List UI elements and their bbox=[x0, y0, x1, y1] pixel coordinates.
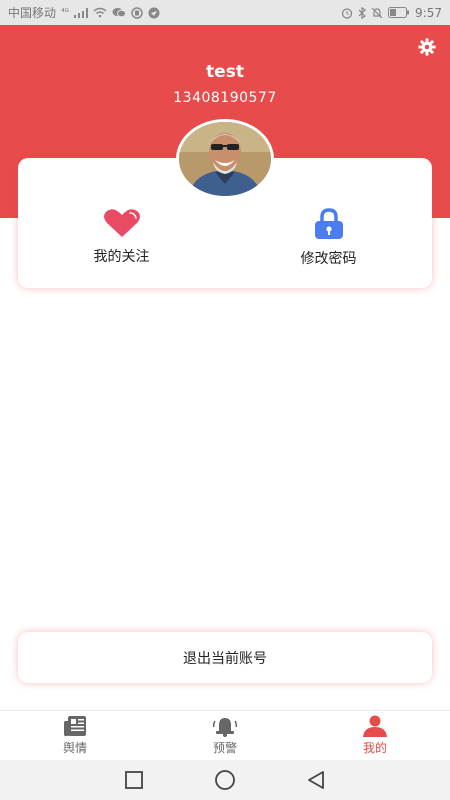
app-notify-icon bbox=[131, 6, 143, 19]
bottom-tab-bar: 舆情 预警 我的 bbox=[0, 710, 450, 760]
avatar-photo bbox=[179, 122, 271, 196]
back-icon[interactable] bbox=[306, 770, 326, 790]
system-nav-bar bbox=[0, 760, 450, 800]
chat-icon bbox=[112, 8, 127, 18]
wifi-icon bbox=[93, 7, 107, 18]
bell-icon bbox=[212, 718, 238, 737]
change-password-button[interactable]: 修改密码 bbox=[225, 208, 432, 268]
signal-icon bbox=[74, 7, 89, 18]
mute-icon bbox=[371, 7, 383, 18]
bluetooth-icon bbox=[358, 6, 366, 19]
tab-mine[interactable]: 我的 bbox=[300, 711, 450, 760]
recents-icon[interactable] bbox=[124, 770, 144, 790]
status-right: 9:57 bbox=[341, 6, 442, 20]
clock-label: 9:57 bbox=[415, 5, 442, 20]
tab-sentiment-label: 舆情 bbox=[62, 741, 87, 755]
tab-warning-label: 预警 bbox=[212, 741, 237, 755]
phone-number: 13408190577 bbox=[173, 90, 277, 106]
my-follows-button[interactable]: 我的关注 bbox=[18, 208, 225, 266]
avatar[interactable] bbox=[176, 119, 274, 199]
screen: 中国移动 ⁴ᴳ 9:57 test 13408190577 我的关注 修改密码 … bbox=[0, 0, 450, 800]
person-icon bbox=[363, 715, 387, 737]
status-left: 中国移动 ⁴ᴳ bbox=[8, 4, 160, 21]
newspaper-icon bbox=[64, 716, 86, 736]
home-icon[interactable] bbox=[214, 769, 236, 791]
battery-icon bbox=[388, 7, 410, 18]
carrier-label: 中国移动 bbox=[8, 6, 57, 20]
network-label: ⁴ᴳ bbox=[61, 7, 70, 18]
app-notify-icon-2 bbox=[148, 7, 160, 18]
heart-icon bbox=[103, 209, 140, 237]
username: test bbox=[206, 62, 244, 82]
status-bar: 中国移动 ⁴ᴳ 9:57 bbox=[0, 0, 450, 25]
logout-button[interactable]: 退出当前账号 bbox=[18, 632, 432, 683]
lock-icon bbox=[314, 208, 343, 239]
change-password-label: 修改密码 bbox=[300, 251, 357, 267]
gear-icon[interactable] bbox=[418, 38, 436, 56]
tab-sentiment[interactable]: 舆情 bbox=[0, 711, 150, 760]
alarm-icon bbox=[341, 7, 353, 19]
my-follows-label: 我的关注 bbox=[93, 249, 150, 265]
tab-warning[interactable]: 预警 bbox=[150, 711, 300, 760]
tab-mine-label: 我的 bbox=[362, 741, 387, 755]
